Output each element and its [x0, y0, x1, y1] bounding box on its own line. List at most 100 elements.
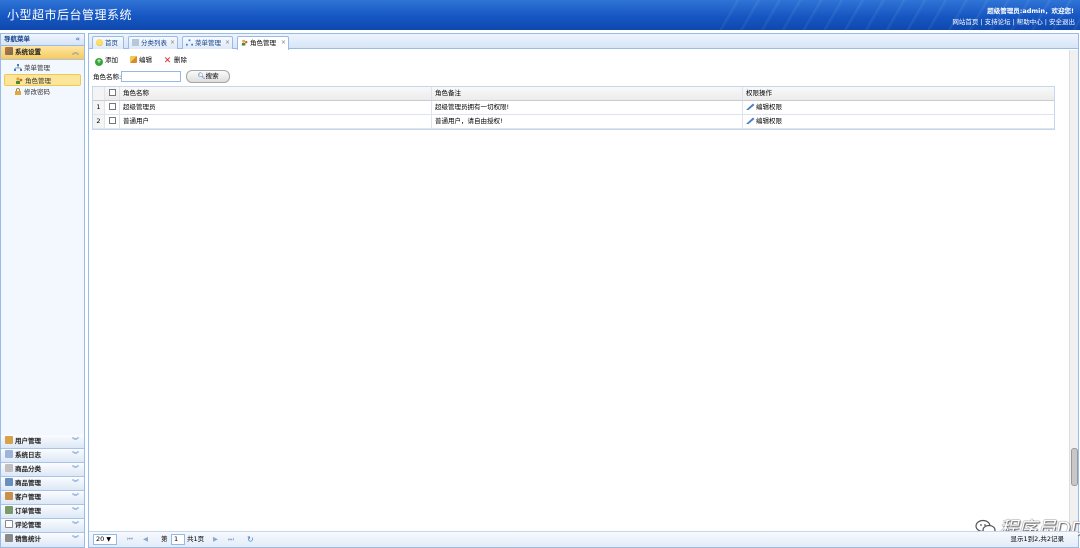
page-size-select[interactable]: 20 ▼	[93, 534, 117, 545]
top-links: 网站首页 | 支持论坛 | 帮助中心 | 安全退出	[952, 18, 1075, 26]
table-row[interactable]: 1 超级管理员 超级管理员拥有一切权限! 编辑权限	[93, 101, 1054, 115]
prev-page-icon[interactable]: ◀	[143, 532, 148, 547]
close-icon[interactable]: ×	[281, 37, 286, 49]
delete-label: 删除	[174, 56, 187, 64]
log-icon	[5, 450, 13, 458]
next-page-icon[interactable]: ▶	[213, 532, 218, 547]
tab-bar: 首页 分类列表 × 菜单管理 × 角色管理 ×	[89, 34, 1078, 50]
pagination-bar: 20 ▼ ⏮ ◀ 第 1 共1页 ▶ ⏭ ↻ 显示1到2,共2记录	[89, 531, 1078, 547]
header-checkbox-cell	[105, 87, 120, 100]
tab-menu[interactable]: 菜单管理 ×	[182, 36, 233, 49]
main-panel: 首页 分类列表 × 菜单管理 × 角色管理 × + 添加 编辑 ✕ 删除 角色名称: 🔍︎…	[88, 33, 1080, 548]
sidebar-item-label: 菜单管理	[24, 64, 50, 72]
table-row[interactable]: 2 普通用户 普通用户，请自由授权! 编辑权限	[93, 115, 1054, 129]
delete-button[interactable]: ✕ 删除	[163, 55, 187, 66]
header-role-name[interactable]: 角色名称	[120, 87, 432, 100]
page-label: 第	[161, 535, 168, 543]
search-button[interactable]: 🔍︎搜索	[186, 70, 230, 83]
header-permission-op[interactable]: 权限操作	[743, 87, 1056, 100]
search-bar: 角色名称: 🔍︎搜索	[93, 70, 230, 83]
edit-permission-link[interactable]: 编辑权限	[756, 117, 782, 125]
add-button[interactable]: + 添加	[95, 55, 118, 66]
sidebar-item-role[interactable]: 角色管理	[4, 74, 81, 86]
role-note-cell: 超级管理员拥有一切权限!	[432, 101, 743, 114]
accordion-category[interactable]: 商品分类 ︾	[1, 463, 84, 477]
row-checkbox[interactable]	[108, 103, 116, 110]
accordion-comment[interactable]: 评论管理 ︾	[1, 519, 84, 533]
select-all-checkbox[interactable]	[108, 89, 116, 96]
sidebar-item-password[interactable]: 修改密码	[4, 86, 81, 98]
scroll-thumb[interactable]	[1071, 448, 1078, 486]
sidebar-item-label: 修改密码	[24, 88, 50, 96]
tab-home[interactable]: 首页	[92, 36, 124, 49]
accordion-product[interactable]: 商品管理 ︾	[1, 477, 84, 491]
header-role-note[interactable]: 角色备注	[432, 87, 743, 100]
delete-icon: ✕	[163, 56, 172, 66]
app-header: 小型超市后台管理系统 超级管理员:admin，欢迎您! 网站首页 | 支持论坛 | 帮助…	[0, 0, 1080, 30]
edit-label: 编辑	[139, 56, 152, 64]
collapse-sidebar-icon[interactable]: «	[75, 34, 80, 45]
total-pages: 共1页	[187, 535, 205, 543]
link-logout[interactable]: 安全退出	[1049, 18, 1075, 26]
tree-icon	[186, 39, 193, 46]
vertical-scrollbar[interactable]	[1069, 50, 1078, 532]
chevron-up-icon[interactable]: ︽	[72, 46, 79, 59]
users-icon	[5, 436, 13, 444]
page-size-value: 20	[96, 535, 105, 543]
accordion-system-settings[interactable]: 系统设置 ︽	[1, 46, 84, 60]
link-help[interactable]: 帮助中心	[1017, 18, 1043, 26]
edit-permission-link[interactable]: 编辑权限	[756, 103, 782, 111]
edit-button[interactable]: 编辑	[130, 55, 152, 66]
pencil-icon	[130, 56, 137, 63]
chevron-down-icon[interactable]: ︾	[72, 463, 79, 476]
list-icon	[132, 39, 139, 46]
chevron-down-icon[interactable]: ︾	[72, 435, 79, 448]
welcome-text: 超级管理员:admin，欢迎您!	[987, 7, 1074, 15]
sidebar-title: 导航菜单 «	[1, 34, 84, 46]
tab-role[interactable]: 角色管理 ×	[237, 36, 289, 50]
close-icon[interactable]: ×	[170, 37, 175, 49]
accordion-user-management[interactable]: 用户管理 ︾	[1, 435, 84, 449]
accordion-customer[interactable]: 客户管理 ︾	[1, 491, 84, 505]
chevron-down-icon[interactable]: ︾	[72, 491, 79, 504]
search-input[interactable]	[121, 71, 181, 82]
chevron-down-icon[interactable]: ︾	[72, 519, 79, 532]
row-checkbox-cell	[105, 101, 120, 114]
chevron-down-icon[interactable]: ︾	[72, 449, 79, 462]
row-number: 2	[93, 115, 105, 128]
table-header: 角色名称 角色备注 权限操作	[93, 87, 1054, 101]
sidebar-item-menu[interactable]: 菜单管理	[4, 62, 81, 74]
accordion-order[interactable]: 订单管理 ︾	[1, 505, 84, 519]
first-page-icon[interactable]: ⏮	[127, 532, 133, 547]
accordion-label: 订单管理	[15, 507, 41, 515]
link-home[interactable]: 网站首页	[952, 18, 978, 26]
link-forum[interactable]: 支持论坛	[985, 18, 1011, 26]
role-name-cell: 普通用户	[120, 115, 432, 128]
role-icon	[16, 77, 23, 84]
settings-tree: 菜单管理 角色管理 修改密码	[1, 60, 84, 98]
chevron-down-icon[interactable]: ︾	[72, 477, 79, 490]
accordion-label: 评论管理	[15, 521, 41, 529]
last-page-icon[interactable]: ⏭	[228, 532, 234, 547]
close-icon[interactable]: ×	[225, 37, 230, 49]
page-summary: 显示1到2,共2记录	[1010, 535, 1064, 543]
accordion-sales[interactable]: 销售统计 ︾	[1, 533, 84, 547]
search-label: 角色名称:	[93, 73, 122, 81]
row-checkbox[interactable]	[108, 117, 116, 124]
accordion-system-log[interactable]: 系统日志 ︾	[1, 449, 84, 463]
tab-category-list[interactable]: 分类列表 ×	[128, 36, 178, 49]
lock-icon	[15, 88, 21, 95]
search-button-label: 搜索	[205, 72, 219, 80]
page-number-input[interactable]: 1	[171, 534, 185, 545]
permission-op-cell: 编辑权限	[743, 115, 1056, 128]
category-icon	[5, 464, 13, 472]
lightbulb-icon	[96, 39, 103, 46]
customer-icon	[5, 492, 13, 500]
app-title: 小型超市后台管理系统	[7, 8, 133, 22]
search-icon: 🔍︎	[197, 72, 206, 80]
refresh-icon[interactable]: ↻	[247, 532, 254, 547]
chevron-down-icon[interactable]: ︾	[72, 505, 79, 518]
role-note-cell: 普通用户，请自由授权!	[432, 115, 743, 128]
sidebar-groups: 用户管理 ︾ 系统日志 ︾ 商品分类 ︾ 商品管理 ︾ 客户管理 ︾ 订单管理 ︾ 评论管理…	[1, 435, 84, 547]
chevron-down-icon[interactable]: ︾	[72, 533, 79, 546]
